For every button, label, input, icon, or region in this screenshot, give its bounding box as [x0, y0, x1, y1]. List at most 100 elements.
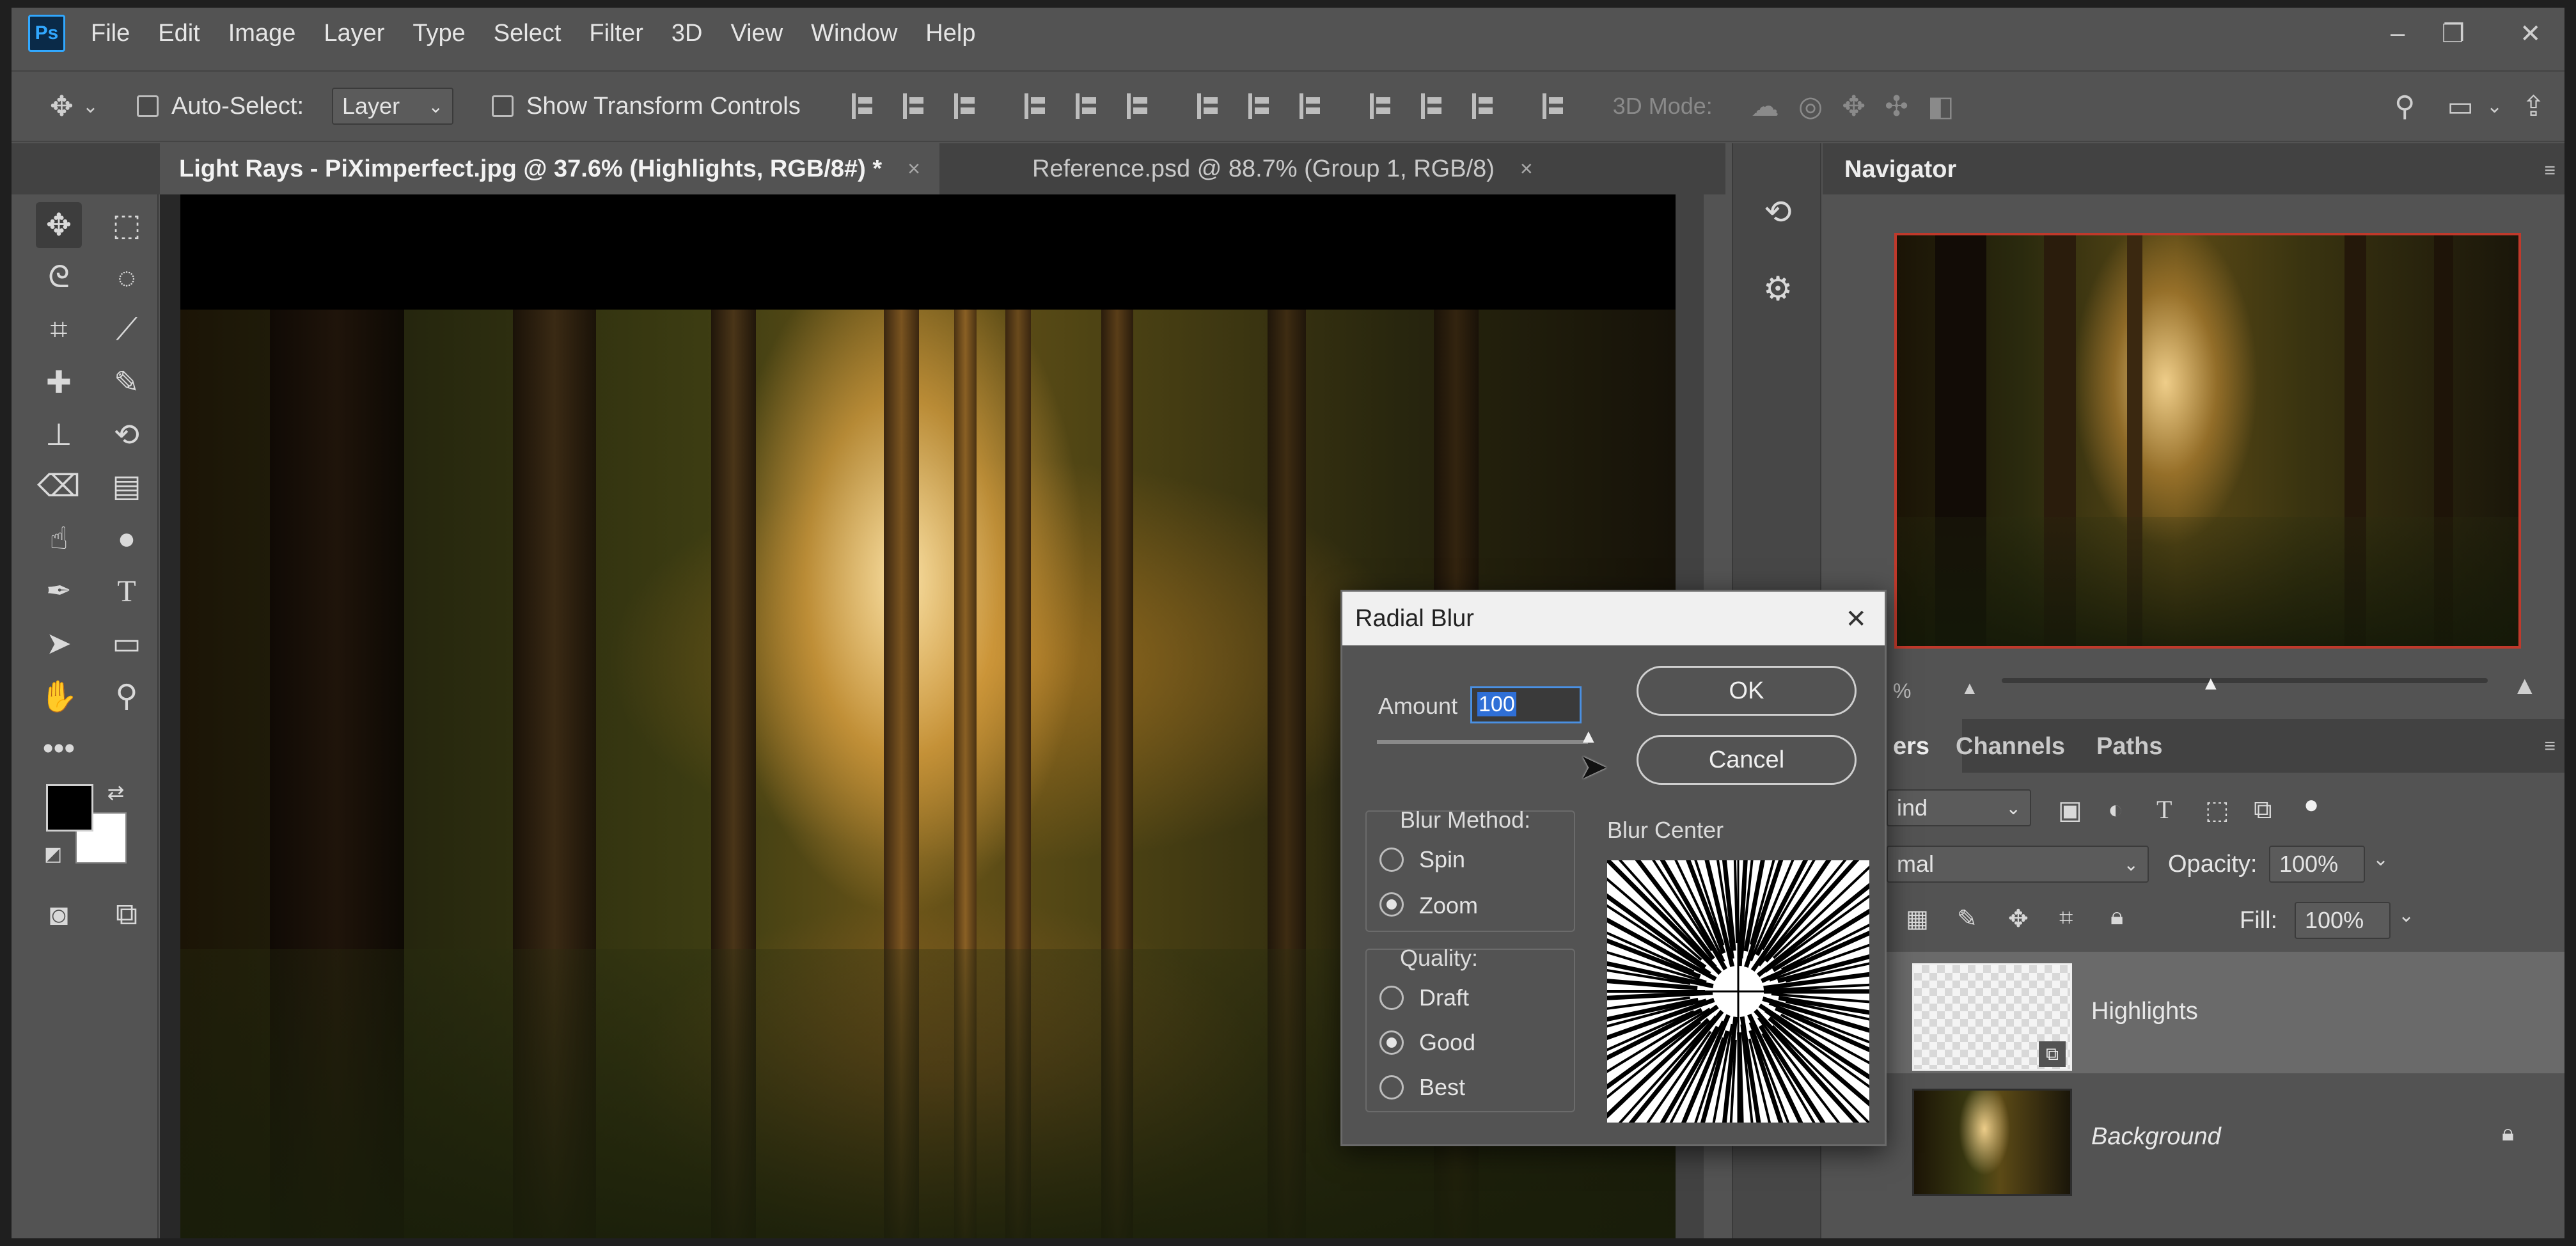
history-panel-icon[interactable]: ⟲: [1754, 188, 1802, 237]
3d-scale-icon[interactable]: ◧: [1928, 90, 1954, 123]
opacity-input[interactable]: 100%: [2269, 846, 2365, 883]
zoom-in-icon[interactable]: ▲: [2512, 672, 2538, 700]
blend-mode-dropdown[interactable]: mal ⌄: [1887, 846, 2149, 883]
tab-channels[interactable]: Channels: [1956, 733, 2065, 761]
navigator-thumbnail[interactable]: [1894, 233, 2521, 649]
minimize-icon[interactable]: –: [2391, 19, 2405, 48]
align-left-icon[interactable]: [1024, 93, 1050, 119]
menu-filter[interactable]: Filter: [589, 20, 643, 47]
move-tool-icon[interactable]: ✥: [36, 202, 82, 248]
hand-tool-icon[interactable]: ✋: [36, 673, 82, 719]
distribute-vertical-center-icon[interactable]: [1248, 93, 1274, 119]
filter-smart-object-icon[interactable]: ⧉: [2254, 796, 2272, 824]
shape-tool-icon[interactable]: ▭: [104, 620, 150, 666]
menu-type[interactable]: Type: [412, 20, 465, 47]
align-bottom-icon[interactable]: [954, 93, 980, 119]
amount-slider-handle[interactable]: ▲: [1579, 726, 1598, 748]
best-radio[interactable]: [1379, 1075, 1404, 1100]
zoom-percent-fragment[interactable]: %: [1893, 679, 1911, 703]
filter-adjustment-icon[interactable]: ◐: [2108, 796, 2123, 824]
dodge-tool-icon[interactable]: ●: [104, 516, 150, 562]
tab-navigator[interactable]: Navigator: [1844, 156, 1956, 184]
search-icon[interactable]: ⚲: [2394, 90, 2415, 123]
healing-brush-tool-icon[interactable]: ✚: [36, 359, 82, 406]
properties-panel-icon[interactable]: ⚙: [1754, 265, 1802, 313]
lock-icon[interactable]: 🔒︎: [2502, 1119, 2514, 1147]
filter-type-icon[interactable]: T: [2156, 794, 2172, 824]
panel-menu-icon[interactable]: ≡: [2544, 160, 2556, 182]
filter-pixel-icon[interactable]: ▣: [2058, 796, 2082, 825]
3d-roll-icon[interactable]: ◎: [1798, 90, 1823, 123]
quick-mask-icon[interactable]: ◙: [36, 892, 82, 938]
navigator-zoom-slider[interactable]: [2002, 678, 2488, 683]
history-brush-tool-icon[interactable]: ⟲: [104, 412, 150, 458]
path-select-tool-icon[interactable]: ➤: [36, 620, 82, 666]
distribute-left-icon[interactable]: [1369, 93, 1395, 119]
filter-shape-icon[interactable]: ⬚: [2205, 796, 2229, 825]
chevron-down-icon[interactable]: ⌄: [2398, 904, 2414, 927]
menu-file[interactable]: File: [91, 20, 130, 47]
stamp-tool-icon[interactable]: ⊥: [36, 412, 82, 458]
3d-orbit-icon[interactable]: ☁: [1751, 90, 1779, 123]
close-icon[interactable]: ✕: [1845, 604, 1867, 634]
lock-all-icon[interactable]: 🔒︎: [2110, 903, 2123, 931]
layer-row-background[interactable]: Background 🔒︎: [1887, 1077, 2564, 1199]
restore-icon[interactable]: ❐: [2442, 19, 2465, 49]
spin-radio[interactable]: [1379, 848, 1404, 872]
filter-toggle-icon[interactable]: ●: [2304, 791, 2319, 819]
amount-input[interactable]: 100: [1470, 686, 1582, 723]
layer-row-highlights[interactable]: ⧉ Highlights: [1887, 952, 2564, 1073]
auto-select-checkbox[interactable]: [137, 95, 159, 117]
blur-center-preview[interactable]: [1607, 860, 1869, 1123]
align-top-icon[interactable]: [851, 93, 877, 119]
tab-reference[interactable]: Reference.psd @ 88.7% (Group 1, RGB/8) ×: [1013, 143, 1552, 194]
tab-paths[interactable]: Paths: [2096, 733, 2162, 761]
distribute-horizontal-center-icon[interactable]: [1420, 93, 1447, 119]
type-tool-icon[interactable]: T: [104, 568, 150, 614]
good-radio[interactable]: [1379, 1030, 1404, 1055]
chevron-down-icon[interactable]: ⌄: [82, 95, 98, 118]
3d-slide-icon[interactable]: ✣: [1885, 90, 1908, 123]
chevron-down-icon[interactable]: ⌄: [2373, 848, 2389, 871]
lock-position-icon[interactable]: ✥: [2008, 904, 2029, 933]
zoom-label[interactable]: Zoom: [1419, 892, 1478, 919]
menu-window[interactable]: Window: [811, 20, 897, 47]
lock-image-icon[interactable]: ✎: [1957, 904, 1977, 933]
auto-select-dropdown[interactable]: Layer ⌄: [332, 88, 454, 125]
distribute-bottom-icon[interactable]: [1299, 93, 1325, 119]
tab-layers[interactable]: ers: [1893, 733, 1929, 761]
more-tools-icon[interactable]: •••: [36, 725, 82, 771]
cancel-button[interactable]: Cancel: [1637, 735, 1857, 785]
auto-align-icon[interactable]: [1542, 93, 1568, 119]
draft-label[interactable]: Draft: [1419, 984, 1469, 1011]
foreground-color-swatch[interactable]: [46, 784, 93, 832]
menu-help[interactable]: Help: [925, 20, 975, 47]
gradient-tool-icon[interactable]: ▤: [104, 463, 150, 509]
spin-label[interactable]: Spin: [1419, 846, 1465, 873]
menu-edit[interactable]: Edit: [158, 20, 200, 47]
share-icon[interactable]: ⇪: [2522, 90, 2545, 123]
align-right-icon[interactable]: [1126, 93, 1152, 119]
distribute-top-icon[interactable]: [1197, 93, 1223, 119]
close-icon[interactable]: ×: [907, 157, 920, 182]
zoom-radio[interactable]: [1379, 892, 1404, 917]
show-transform-checkbox[interactable]: [492, 95, 514, 117]
menu-select[interactable]: Select: [494, 20, 562, 47]
zoom-out-icon[interactable]: ▲: [1961, 678, 1979, 698]
align-vertical-center-icon[interactable]: [902, 93, 929, 119]
3d-pan-icon[interactable]: ✥: [1842, 90, 1865, 123]
pen-tool-icon[interactable]: ✒: [36, 568, 82, 614]
crop-tool-icon[interactable]: ⌗: [36, 307, 82, 353]
amount-slider[interactable]: ▲: [1377, 726, 1598, 747]
good-label[interactable]: Good: [1419, 1029, 1475, 1056]
close-window-icon[interactable]: ✕: [2520, 19, 2541, 49]
swap-colors-icon[interactable]: ⇄: [100, 777, 132, 808]
close-icon[interactable]: ×: [1520, 157, 1533, 182]
distribute-right-icon[interactable]: [1472, 93, 1498, 119]
eraser-tool-icon[interactable]: ⌫: [36, 463, 82, 509]
brush-tool-icon[interactable]: ✎: [104, 359, 150, 406]
ok-button[interactable]: OK: [1637, 666, 1857, 716]
tab-light-rays[interactable]: Light Rays - PiXimperfect.jpg @ 37.6% (H…: [160, 143, 939, 194]
menu-3d[interactable]: 3D: [671, 20, 703, 47]
zoom-tool-icon[interactable]: ⚲: [104, 673, 150, 719]
